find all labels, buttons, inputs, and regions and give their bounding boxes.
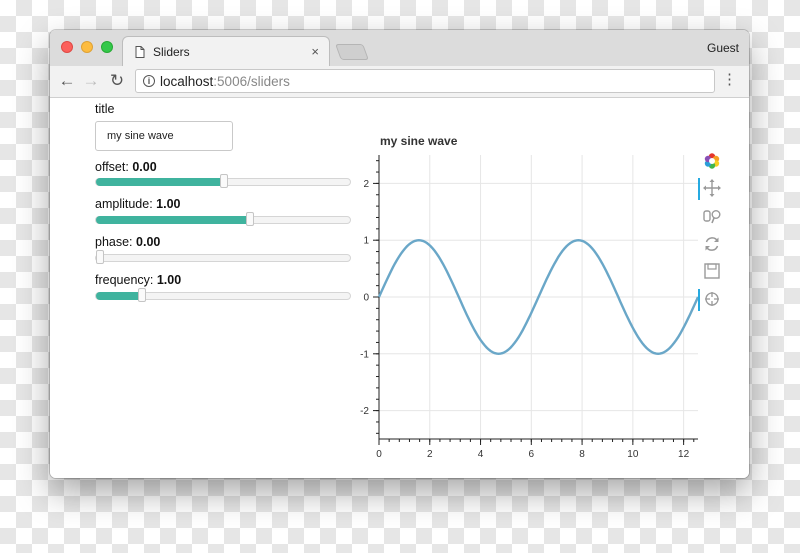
hover-icon[interactable] <box>702 289 722 309</box>
new-tab-button[interactable] <box>335 44 369 60</box>
reload-icon[interactable]: ↻ <box>106 70 128 92</box>
forward-arrow-icon[interactable]: → <box>80 70 102 92</box>
frequency-label: frequency: 1.00 <box>95 273 181 287</box>
maximize-window-button[interactable] <box>101 41 113 53</box>
slider-label: frequency: <box>95 273 154 287</box>
x-tick-label: 10 <box>627 449 639 460</box>
tab-title: Sliders <box>153 45 190 59</box>
bokeh-logo-icon[interactable] <box>702 151 722 171</box>
slider-handle[interactable] <box>138 288 146 302</box>
page-content: title offset: 0.00 amplitude: 1.00 phase… <box>50 98 749 478</box>
offset-slider[interactable] <box>95 174 351 188</box>
phase-label: phase: 0.00 <box>95 235 160 249</box>
browser-menu-icon[interactable]: ⋮ <box>722 71 737 89</box>
slider-fill <box>96 178 224 186</box>
phase-slider[interactable] <box>95 250 351 264</box>
slider-label: offset: <box>95 160 129 174</box>
save-icon[interactable] <box>702 261 722 281</box>
slider-handle[interactable] <box>96 250 104 264</box>
slider-fill <box>96 216 250 224</box>
slider-label: amplitude: <box>95 197 153 211</box>
reset-icon[interactable] <box>702 234 722 254</box>
x-tick-label: 8 <box>579 449 585 460</box>
browser-window: Sliders × Guest ← → ↻ i localhost:5006/s… <box>50 30 749 478</box>
x-tick-label: 12 <box>678 449 690 460</box>
profile-name[interactable]: Guest <box>707 41 739 55</box>
x-tick-label: 4 <box>478 449 484 460</box>
amplitude-slider[interactable] <box>95 212 351 226</box>
title-bar: Sliders × Guest <box>50 30 749 66</box>
url-text[interactable]: localhost:5006/sliders <box>160 74 290 89</box>
site-info-icon[interactable]: i <box>143 75 155 87</box>
pan-icon[interactable] <box>702 178 722 198</box>
amplitude-label: amplitude: 1.00 <box>95 197 181 211</box>
box-zoom-icon[interactable] <box>702 206 722 226</box>
slider-handle[interactable] <box>220 174 228 188</box>
tab-sliders[interactable]: Sliders × <box>122 36 330 66</box>
address-bar[interactable]: i localhost:5006/sliders <box>135 69 715 93</box>
title-input[interactable] <box>95 121 233 151</box>
url-host: localhost <box>160 74 214 89</box>
slider-label: phase: <box>95 235 133 249</box>
tab-close-icon[interactable]: × <box>311 44 319 59</box>
slider-handle[interactable] <box>246 212 254 226</box>
x-tick-label: 6 <box>529 449 535 460</box>
slider-value: 0.00 <box>132 160 157 174</box>
x-tick-label: 2 <box>427 449 433 460</box>
url-path: :5006/sliders <box>213 74 290 89</box>
sine-plot[interactable]: 0 2 4 6 8 10 12210-1-2 <box>345 145 705 465</box>
y-tick-label: 0 <box>363 293 369 304</box>
offset-label: offset: 0.00 <box>95 160 157 174</box>
hover-active-indicator <box>698 289 700 311</box>
y-tick-label: -2 <box>360 406 369 417</box>
slider-value: 1.00 <box>156 273 182 287</box>
title-field-label: title <box>95 102 115 116</box>
x-tick-label: 0 <box>376 449 382 460</box>
browser-toolbar: ← → ↻ i localhost:5006/sliders ⋮ <box>50 66 749 98</box>
y-tick-label: 1 <box>363 236 369 247</box>
slider-value: 1.00 <box>156 197 181 211</box>
document-icon <box>135 46 145 58</box>
slider-fill <box>96 292 142 300</box>
close-window-button[interactable] <box>61 41 73 53</box>
back-arrow-icon[interactable]: ← <box>56 70 78 92</box>
y-tick-label: 2 <box>363 179 369 190</box>
y-tick-label: -1 <box>360 349 369 360</box>
minimize-window-button[interactable] <box>81 41 93 53</box>
slider-value: 0.00 <box>136 235 161 249</box>
frequency-slider[interactable] <box>95 288 351 302</box>
pan-active-indicator <box>698 178 700 200</box>
